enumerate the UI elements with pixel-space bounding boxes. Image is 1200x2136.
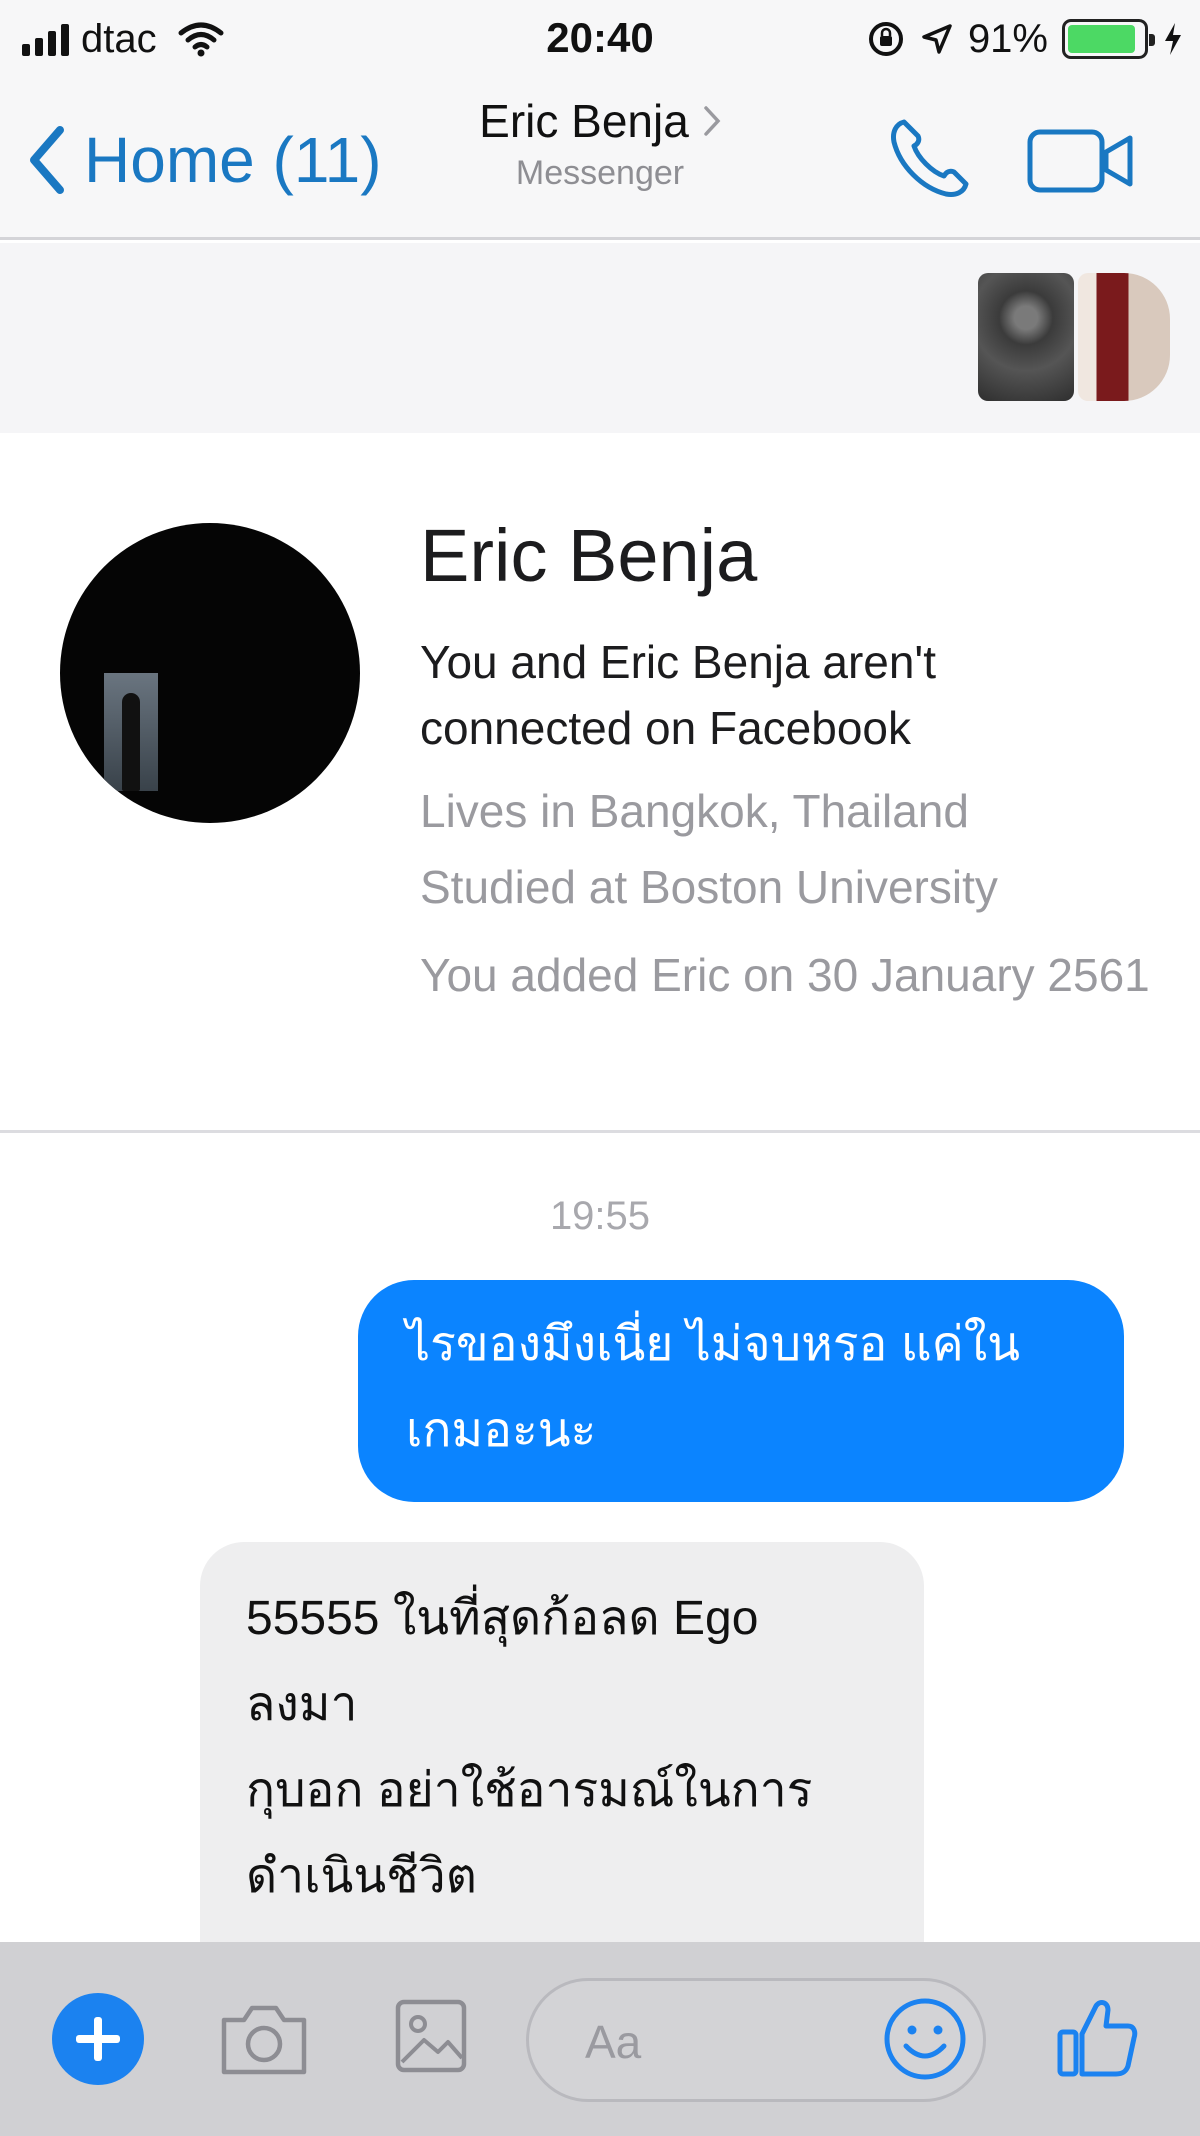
lock-rotation-icon bbox=[868, 22, 903, 56]
back-button[interactable]: Home (11) bbox=[26, 110, 382, 210]
message-composer: Aa bbox=[0, 1942, 1200, 2136]
status-right: 91% bbox=[866, 14, 1184, 64]
camera-button[interactable] bbox=[216, 2000, 312, 2080]
camera-icon bbox=[221, 2005, 307, 2075]
received-message-line: กุบอก อย่าใช้อารมณ์ในการดำเนินชีวิต bbox=[246, 1764, 813, 1903]
like-button[interactable] bbox=[1054, 1994, 1140, 2080]
profile-lives: Lives in Bangkok, Thailand bbox=[420, 785, 969, 837]
profile-added: You added Eric on 30 January 2561 bbox=[420, 949, 1150, 1001]
phone-icon bbox=[891, 119, 969, 197]
video-camera-icon bbox=[1027, 129, 1133, 193]
contact-name: Eric Benja bbox=[479, 95, 689, 147]
video-call-button[interactable] bbox=[1026, 126, 1136, 196]
shared-photos-strip bbox=[0, 243, 1200, 433]
battery-icon bbox=[1062, 19, 1155, 59]
battery-percent: 91% bbox=[967, 16, 1048, 61]
conversation-header: Home (11) Eric Benja Messenger bbox=[0, 80, 1200, 240]
profile-name: Eric Benja bbox=[420, 514, 758, 597]
message-input-placeholder: Aa bbox=[585, 2016, 642, 2068]
location-icon bbox=[922, 24, 952, 54]
more-actions-button[interactable] bbox=[52, 1993, 144, 2085]
chevron-left-icon bbox=[30, 126, 64, 194]
contact-profile-card: Eric Benja You and Eric Benja aren't con… bbox=[0, 433, 1200, 1133]
chevron-right-icon bbox=[704, 106, 721, 136]
back-label: Home (11) bbox=[84, 124, 382, 196]
received-message-bubble[interactable]: 55555 ในที่สุดก้อลด Ego ลงมา กุบอก อย่าใ… bbox=[200, 1542, 924, 1942]
charging-icon bbox=[1165, 23, 1181, 55]
shared-photo-thumbnail[interactable] bbox=[1078, 273, 1170, 401]
emoji-icon bbox=[884, 1998, 966, 2080]
sent-message-bubble[interactable]: ไรของมึงเนี่ย ไม่จบหรอ แค่ในเกมอะนะ bbox=[358, 1280, 1124, 1502]
profile-studied: Studied at Boston University bbox=[420, 861, 998, 913]
shared-photo-thumbnail[interactable] bbox=[978, 273, 1074, 401]
voice-call-button[interactable] bbox=[884, 114, 974, 204]
avatar[interactable] bbox=[60, 523, 360, 823]
connection-status: You and Eric Benja aren't connected on F… bbox=[420, 636, 936, 754]
contact-title-button[interactable]: Eric Benja Messenger bbox=[400, 94, 800, 193]
status-bar: dtac 20:40 91% bbox=[0, 0, 1200, 80]
gallery-button[interactable] bbox=[392, 1996, 470, 2076]
thumbs-up-icon bbox=[1057, 2000, 1138, 2077]
emoji-button[interactable] bbox=[880, 1994, 970, 2084]
gallery-icon bbox=[395, 1999, 467, 2073]
contact-subtitle: Messenger bbox=[515, 154, 685, 192]
received-message-line: 55555 ในที่สุดก้อลด Ego ลงมา bbox=[246, 1592, 759, 1731]
battery-level-fill bbox=[1068, 25, 1136, 53]
message-timestamp: 19:55 bbox=[549, 1194, 651, 1238]
